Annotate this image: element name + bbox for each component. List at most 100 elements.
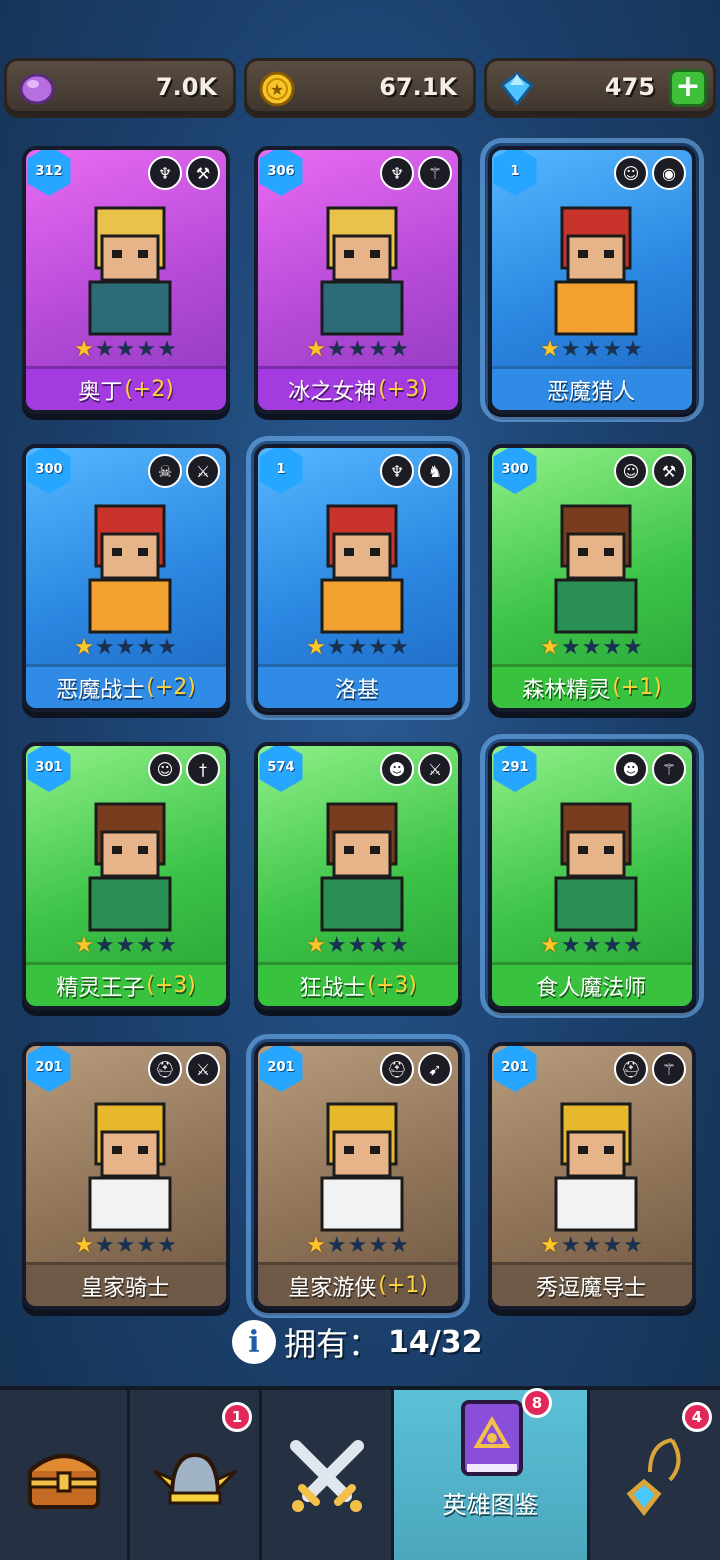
hero-bonus: (+3) (378, 377, 428, 402)
hero-stars: ★★★★★ (492, 1233, 692, 1258)
hero-name: 冰之女神 (288, 379, 377, 405)
hero-portrait (554, 802, 638, 932)
star-empty-icon: ★ (115, 933, 137, 958)
diamond-value: 475 (604, 73, 655, 101)
hero-name: 恶魔战士 (56, 677, 145, 703)
star-empty-icon: ★ (347, 933, 369, 958)
hero-name-band: 精灵王子 (+3) (26, 962, 226, 1006)
hero-stars: ★★★★★ (492, 635, 692, 660)
sword-icon: ⚔ (186, 454, 220, 488)
tab-items[interactable]: 4 (590, 1390, 720, 1560)
hero-name: 森林精灵 (522, 677, 611, 703)
hero-level-badge: 312 (27, 150, 71, 196)
star-empty-icon: ★ (94, 1233, 116, 1258)
hero-level: 574 (267, 759, 295, 775)
tab-hero-collection[interactable]: 8 英雄图鉴 (394, 1388, 590, 1560)
star-filled-icon: ★ (540, 1233, 561, 1258)
hero-stars: ★★★★★ (492, 933, 692, 958)
hero-card[interactable]: 201 ⛑ ⚔ ★★★★★ 皇家骑士 (22, 1042, 230, 1310)
winged-emblem-icon: ♆ (380, 454, 414, 488)
star-empty-icon: ★ (581, 635, 603, 660)
add-diamonds-button[interactable]: + (669, 69, 707, 107)
orc-face-icon: ☻ (614, 752, 648, 786)
hero-card[interactable]: 201 ⛑ ⚚ ★★★★★ 秀逗魔导士 (488, 1042, 696, 1310)
star-empty-icon: ★ (326, 1233, 348, 1258)
svg-text:★: ★ (270, 80, 284, 99)
tab-heroes[interactable]: 1 (130, 1390, 262, 1560)
hero-name: 食人魔法师 (535, 975, 646, 1001)
hero-card[interactable]: 301 ☺ † ★★★★★ 精灵王子 (+3) (22, 742, 230, 1010)
hero-level-badge: 574 (259, 746, 303, 792)
star-filled-icon: ★ (74, 933, 95, 958)
hero-name: 皇家骑士 (80, 1275, 169, 1301)
hero-card[interactable]: 574 ☻ ⚔ ★★★★★ 狂战士 (+3) (254, 742, 462, 1010)
hero-level-badge: 1 (493, 150, 537, 196)
hero-portrait (88, 504, 172, 634)
hero-portrait (320, 206, 404, 336)
hero-stars: ★★★★★ (26, 933, 226, 958)
tab-shop[interactable] (0, 1390, 130, 1560)
hero-level: 1 (510, 163, 520, 179)
hero-level: 300 (501, 461, 529, 477)
tab-hero-collection-label: 英雄图鉴 (442, 1491, 539, 1519)
star-empty-icon: ★ (623, 933, 644, 958)
star-empty-icon: ★ (368, 1233, 390, 1258)
gold-counter[interactable]: ★ 67.1K (244, 58, 476, 118)
hammer-icon: ⚒ (186, 156, 220, 190)
helmet-icon: ⛑ (380, 1052, 414, 1086)
hero-stars: ★★★★★ (492, 337, 692, 362)
hero-bonus: (+1) (378, 1273, 428, 1298)
hero-card[interactable]: 1 ♆ ♞ ★★★★★ 洛基 (246, 436, 470, 720)
amulet-icon (626, 1438, 681, 1517)
hero-level-badge: 1 (259, 448, 303, 494)
star-filled-icon: ★ (74, 635, 95, 660)
crossed-swords-icon (289, 1440, 364, 1512)
hero-card[interactable]: 201 ⛑ ➹ ★★★★★ 皇家游侠 (+1) (246, 1034, 470, 1318)
hero-level: 300 (35, 461, 63, 477)
bottom-nav: 1 8 英雄图鉴 4 (0, 1386, 720, 1560)
hero-stars: ★★★★★ (26, 1233, 226, 1258)
hero-name-band: 森林精灵 (+1) (492, 664, 692, 708)
gold-value: 67.1K (379, 73, 457, 101)
star-filled-icon: ★ (540, 933, 561, 958)
hero-stars: ★★★★★ (258, 933, 458, 958)
sword-icon: ⚔ (186, 1052, 220, 1086)
star-filled-icon: ★ (306, 337, 327, 362)
diamond-counter[interactable]: 475 + (484, 58, 716, 118)
hero-card[interactable]: 300 ☠ ⚔ ★★★★★ 恶魔战士 (+2) (22, 444, 230, 712)
owned-count: 14/32 (388, 1324, 483, 1360)
tab-battle[interactable] (262, 1390, 394, 1560)
hero-bonus: (+3) (146, 973, 196, 998)
staff-icon: ⚚ (652, 752, 686, 786)
star-empty-icon: ★ (157, 635, 178, 660)
star-empty-icon: ★ (623, 1233, 644, 1258)
star-empty-icon: ★ (326, 933, 348, 958)
winged-helmet-icon (152, 1452, 237, 1505)
star-filled-icon: ★ (74, 1233, 95, 1258)
hero-portrait (320, 1102, 404, 1232)
hero-card[interactable]: 306 ♆ ⚚ ★★★★★ 冰之女神 (+3) (254, 146, 462, 414)
hero-name: 狂战士 (299, 975, 366, 1001)
star-empty-icon: ★ (389, 337, 410, 362)
hero-card[interactable]: 312 ♆ ⚒ ★★★★★ 奥丁 (+2) (22, 146, 230, 414)
winged-emblem-icon: ♆ (380, 156, 414, 190)
hammer-icon: ⚒ (652, 454, 686, 488)
hero-stars: ★★★★★ (26, 337, 226, 362)
hero-card[interactable]: 1 ☺ ◉ ★★★★★ 恶魔猎人 (480, 138, 704, 422)
star-filled-icon: ★ (306, 635, 327, 660)
hero-level-badge: 201 (27, 1046, 71, 1092)
hero-card[interactable]: 291 ☻ ⚚ ★★★★★ 食人魔法师 (480, 734, 704, 1018)
hero-name-band: 皇家游侠 (+1) (258, 1262, 458, 1306)
elixir-value: 7.0K (155, 73, 217, 101)
elixir-counter[interactable]: 7.0K (4, 58, 236, 118)
hero-name-band: 恶魔猎人 (492, 366, 692, 410)
hero-level-badge: 201 (493, 1046, 537, 1092)
star-filled-icon: ★ (306, 933, 327, 958)
info-icon[interactable]: i (232, 1320, 276, 1364)
star-empty-icon: ★ (389, 635, 410, 660)
hero-card[interactable]: 300 ☺ ⚒ ★★★★★ 森林精灵 (+1) (488, 444, 696, 712)
hero-name: 洛基 (334, 677, 379, 703)
hero-stars: ★★★★★ (258, 337, 458, 362)
star-empty-icon: ★ (136, 933, 158, 958)
hero-name-band: 皇家骑士 (26, 1262, 226, 1306)
